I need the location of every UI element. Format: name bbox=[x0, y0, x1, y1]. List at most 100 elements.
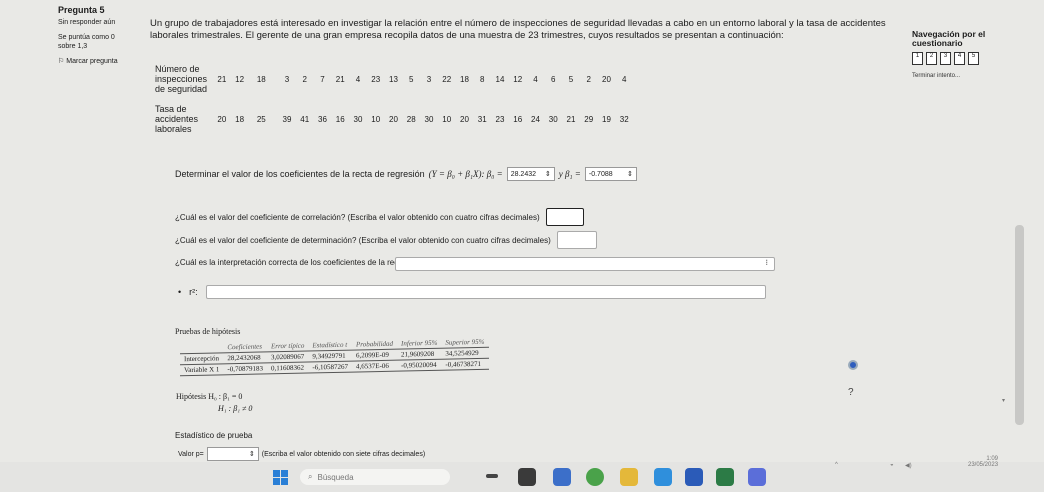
data-cell: 30 bbox=[548, 115, 558, 124]
windows-start-icon[interactable] bbox=[273, 470, 288, 485]
question-info: Pregunta 5 Sin responder aún Se puntúa c… bbox=[58, 5, 128, 66]
table-cell: -0,95020094 bbox=[397, 359, 442, 372]
table-cell: -6,10587267 bbox=[308, 361, 352, 374]
search-icon: ⌕ bbox=[308, 472, 313, 481]
test-statistic-label: Estadístico de prueba bbox=[175, 431, 253, 440]
data-cell: 16 bbox=[335, 115, 345, 124]
word-icon[interactable] bbox=[685, 468, 703, 486]
intro-line-1: Un grupo de trabajadores está interesado… bbox=[150, 18, 886, 29]
nav-question-2[interactable]: 2 bbox=[926, 52, 937, 65]
data-cell: 25 bbox=[256, 115, 266, 124]
taskbar: ⌕ Búsqueda ^ ◒ ◀) 1:09 23/05/2023 bbox=[0, 456, 1044, 492]
h0: Hipótesis H₀ : β₁ = 0 bbox=[176, 392, 243, 401]
bullet-icon: • bbox=[178, 287, 182, 297]
row2-values: 20 18 25 39 41 36 16 30 10 20 28 30 10 20 31 23 16 24 30 21… bbox=[213, 115, 633, 124]
hypothesis-title: Pruebas de hipótesis bbox=[175, 327, 241, 336]
pvalue-select[interactable]: ⇕ bbox=[206, 447, 259, 461]
b1-select[interactable]: -0.7088 ⇕ bbox=[584, 167, 637, 181]
correlation-input[interactable] bbox=[545, 208, 584, 226]
data-cell: 23 bbox=[371, 75, 381, 84]
q4-select-wrapper: ⁝ bbox=[395, 257, 775, 271]
chevron-icon: ⇕ bbox=[544, 171, 551, 178]
data-cell: 41 bbox=[300, 115, 310, 124]
flag-label: Marcar pregunta bbox=[66, 58, 118, 65]
r2-answer-box[interactable] bbox=[205, 285, 766, 299]
data-cell: 22 bbox=[442, 75, 452, 84]
teams-icon[interactable] bbox=[553, 468, 571, 486]
data-cell: 7 bbox=[320, 75, 325, 84]
data-cell: 29 bbox=[584, 115, 594, 124]
determination-input[interactable] bbox=[556, 231, 597, 249]
regression-table-wrapper: Coeficientes Error típico Estadístico t Pro… bbox=[180, 336, 489, 376]
finish-attempt-link[interactable]: Terminar intento... bbox=[912, 73, 1022, 79]
data-cell: 12 bbox=[513, 75, 523, 84]
search-placeholder: Búsqueda bbox=[317, 472, 354, 482]
data-cell: 4 bbox=[533, 75, 538, 84]
question-score: Se puntúa como 0 sobre 1,3 bbox=[58, 34, 115, 50]
widgets-icon[interactable] bbox=[518, 468, 536, 486]
quiz-navigation: Navegación por el cuestionario 12345 Ter… bbox=[912, 30, 1022, 79]
chevron-icon: ⁝ bbox=[765, 258, 768, 267]
clock[interactable]: 1:09 23/05/2023 bbox=[968, 456, 998, 468]
question-title: Pregunta 5 bbox=[58, 5, 105, 15]
table-cell: -0,70879183 bbox=[223, 362, 267, 375]
table-cell: 0,11608362 bbox=[266, 362, 309, 374]
scroll-arrow-icon[interactable]: ▾ bbox=[1002, 397, 1005, 404]
task-view-icon[interactable] bbox=[486, 474, 498, 478]
data-cell: 3 bbox=[284, 75, 290, 84]
data-cell: 21 bbox=[217, 75, 227, 84]
data-cell: 23 bbox=[495, 115, 505, 124]
interpretation-select[interactable]: ⁝ bbox=[395, 257, 775, 271]
q1-regression: Determinar el valor de los coeficientes … bbox=[175, 167, 637, 181]
pvalue-label: Valor p= bbox=[178, 450, 204, 458]
help-icon[interactable]: ? bbox=[848, 387, 854, 398]
volume-icon[interactable]: ◀) bbox=[905, 462, 912, 469]
data-cell: 21 bbox=[566, 115, 576, 124]
b0-select[interactable]: 28.2432 ⇕ bbox=[506, 167, 555, 181]
edge-icon[interactable] bbox=[654, 468, 672, 486]
row1-values: 21 12 18 3 2 7 21 4 23 13 5 3 22 18 8 14 12 4 6 5 2 20 4 bbox=[213, 75, 633, 84]
clock-date: 23/05/2023 bbox=[968, 462, 999, 468]
chevron-icon: ⇕ bbox=[627, 171, 633, 178]
data-cell: 39 bbox=[282, 115, 292, 124]
data-cell: 24 bbox=[531, 115, 540, 124]
nav-question-5[interactable]: 5 bbox=[968, 52, 979, 65]
pvalue-row: Valor p= ⇕ (Escriba el valor obtenido co… bbox=[178, 447, 425, 461]
table-cell: 3,02089067 bbox=[266, 351, 309, 363]
data-cell: 4 bbox=[355, 75, 361, 84]
data-cell: 20 bbox=[602, 75, 611, 84]
taskbar-search[interactable]: ⌕ Búsqueda bbox=[300, 469, 450, 485]
excel-icon[interactable] bbox=[716, 468, 734, 486]
h1: H₁ : β₁ ≠ 0 bbox=[218, 404, 253, 413]
data-cell: 4 bbox=[622, 75, 627, 84]
data-cell: 5 bbox=[409, 75, 414, 84]
q3-text: ¿Cuál es el valor del coeficiente de det… bbox=[175, 235, 551, 245]
q1-formula: (Y = β₀ + β₁X): β₀ = bbox=[428, 169, 503, 179]
file-explorer-icon[interactable] bbox=[620, 468, 638, 486]
table-cell: -0,46738271 bbox=[441, 358, 489, 371]
data-cell: 28 bbox=[406, 115, 416, 124]
nav-question-3[interactable]: 3 bbox=[940, 52, 951, 65]
tray-chevron-icon[interactable]: ^ bbox=[835, 462, 838, 468]
data-cell: 10 bbox=[371, 115, 381, 124]
data-cell: 14 bbox=[495, 75, 505, 84]
flag-question[interactable]: ⚐ Marcar pregunta bbox=[58, 57, 128, 66]
r2-label: r²: bbox=[189, 287, 198, 297]
app-icon[interactable] bbox=[748, 468, 766, 486]
intro-line-2: laborales trimestrales. El gerente de un… bbox=[150, 30, 784, 41]
data-cell: 30 bbox=[424, 115, 434, 124]
data-cell: 10 bbox=[442, 115, 452, 124]
row1-label: Número de inspecciones de seguridad bbox=[155, 64, 208, 94]
scrollbar[interactable] bbox=[1015, 225, 1024, 425]
table-cell: Variable X 1 bbox=[180, 363, 224, 376]
table-cell: Intercepción bbox=[180, 352, 224, 365]
wifi-icon[interactable]: ◒ bbox=[890, 462, 894, 468]
nav-question-4[interactable]: 4 bbox=[954, 52, 965, 65]
q1-b1-text: y β₁ = bbox=[558, 169, 581, 179]
data-cell: 20 bbox=[217, 115, 227, 124]
data-cell: 13 bbox=[389, 75, 398, 84]
data-cell: 19 bbox=[602, 115, 611, 124]
data-cell: 8 bbox=[480, 75, 485, 84]
chrome-icon[interactable] bbox=[586, 468, 604, 486]
nav-question-1[interactable]: 1 bbox=[912, 52, 923, 65]
